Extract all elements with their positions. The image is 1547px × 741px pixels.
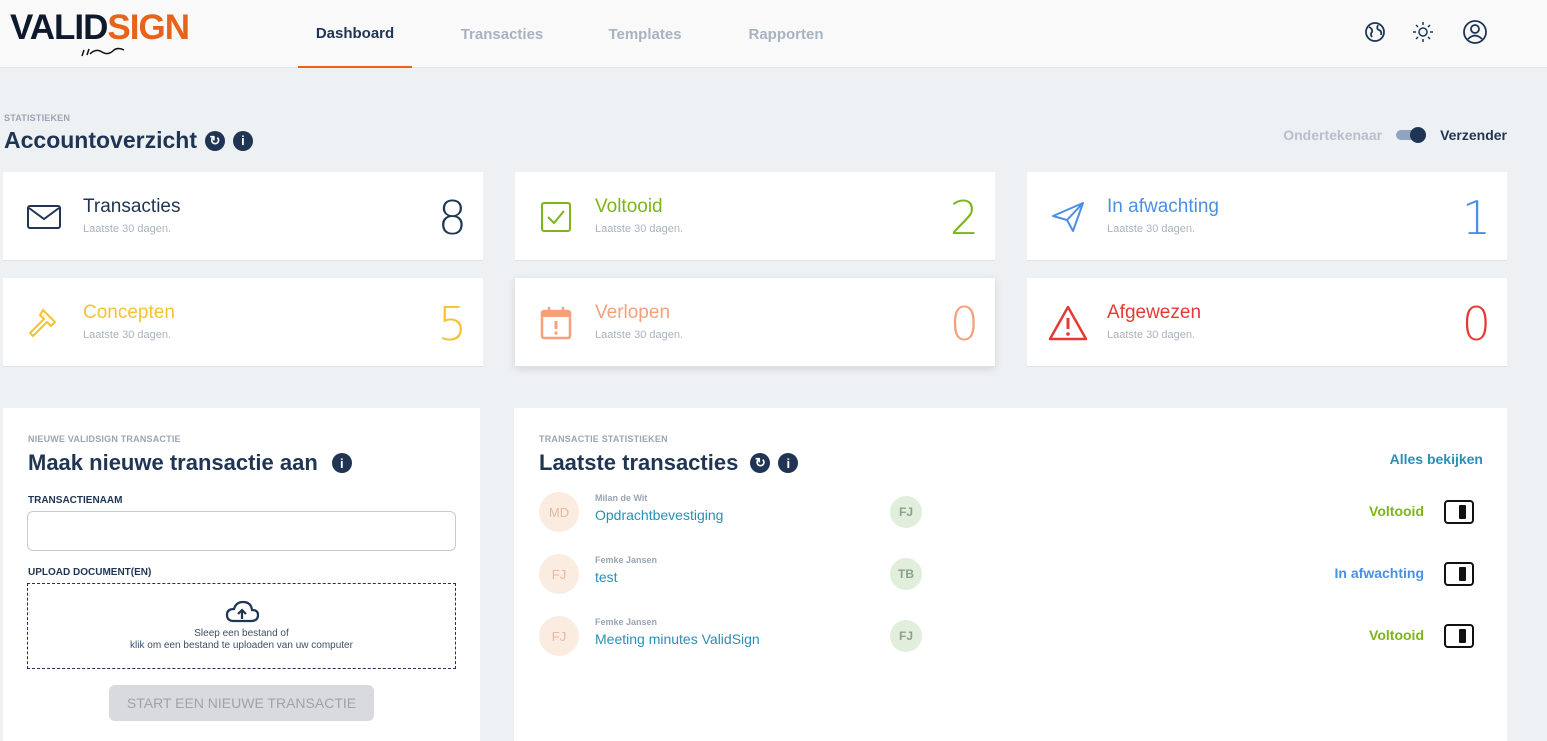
row-sender: Femke Jansen (595, 555, 658, 565)
stat-card-transacties[interactable]: Transacties Laatste 30 dagen. 8 (3, 172, 483, 261)
stat-label: Concepten (83, 302, 175, 323)
signer-avatar: TB (890, 558, 922, 590)
stat-value: 0 (1461, 297, 1491, 351)
row-transaction-name[interactable]: Opdrachtbevestiging (595, 507, 723, 523)
nav-dashboard[interactable]: Dashboard (298, 0, 412, 68)
nav-rapporten[interactable]: Rapporten (698, 0, 874, 68)
start-transaction-button[interactable]: START EEN NIEUWE TRANSACTIE (109, 685, 374, 721)
upload-hint-line1: Sleep een bestand of (194, 628, 289, 639)
calendar-alert-icon (535, 302, 577, 344)
stat-card-concepten[interactable]: Concepten Laatste 30 dagen. 5 (3, 278, 483, 367)
nav-templates[interactable]: Templates (592, 0, 698, 68)
signature-scribble-icon (81, 47, 125, 57)
view-all-link[interactable]: Alles bekijken (1390, 451, 1483, 467)
stat-card-verlopen[interactable]: Verlopen Laatste 30 dagen. 0 (515, 278, 995, 367)
transaction-name-label: TRANSACTIENAAM (28, 495, 123, 506)
table-row[interactable]: MD Milan de Wit Opdrachtbevestiging FJ V… (539, 489, 1487, 539)
user-icon[interactable] (1461, 18, 1489, 46)
row-action-toggle[interactable] (1444, 500, 1474, 524)
stat-sub: Laatste 30 dagen. (595, 223, 684, 235)
sun-icon[interactable] (1409, 18, 1437, 46)
hammer-icon (23, 302, 65, 344)
latest-transactions-panel: TRANSACTIE STATISTIEKEN Laatste transact… (514, 408, 1507, 741)
main-nav: Dashboard Transacties Templates Rapporte… (298, 0, 874, 68)
stat-value: 2 (949, 191, 979, 245)
stat-card-in-afwachting[interactable]: In afwachting Laatste 30 dagen. 1 (1027, 172, 1507, 261)
toggle-label-sender[interactable]: Verzender (1440, 127, 1507, 143)
new-transaction-title: Maak nieuwe transactie aan (28, 450, 318, 475)
signer-avatar: FJ (890, 496, 922, 528)
stat-sub: Laatste 30 dagen. (1107, 223, 1196, 235)
table-row[interactable]: FJ Femke Jansen test TB In afwachting (539, 551, 1487, 601)
row-transaction-name[interactable]: Meeting minutes ValidSign (595, 631, 760, 647)
table-row[interactable]: FJ Femke Jansen Meeting minutes ValidSig… (539, 613, 1487, 663)
checkbox-icon (535, 196, 577, 238)
role-switch[interactable] (1396, 127, 1427, 143)
stat-sub: Laatste 30 dagen. (1107, 329, 1196, 341)
stat-card-afgewezen[interactable]: Afgewezen Laatste 30 dagen. 0 (1027, 278, 1507, 367)
latest-kicker: TRANSACTIE STATISTIEKEN (539, 434, 668, 444)
refresh-icon[interactable]: ↻ (750, 453, 771, 473)
latest-title-row: Laatste transacties ↻ i (539, 450, 799, 476)
info-icon[interactable]: i (778, 453, 799, 473)
stat-value: 1 (1461, 191, 1491, 245)
stat-sub: Laatste 30 dagen. (83, 223, 172, 235)
avatar: MD (539, 492, 579, 532)
stat-sub: Laatste 30 dagen. (595, 329, 684, 341)
new-transaction-kicker: NIEUWE VALIDSIGN TRANSACTIE (28, 434, 181, 444)
avatar: FJ (539, 554, 579, 594)
upload-dropzone[interactable]: Sleep een bestand of klik om een bestand… (27, 583, 456, 669)
new-transaction-panel: NIEUWE VALIDSIGN TRANSACTIE Maak nieuwe … (3, 408, 480, 741)
stat-sub: Laatste 30 dagen. (83, 329, 172, 341)
avatar: FJ (539, 616, 579, 656)
stat-label: Verlopen (595, 302, 671, 323)
stat-label: Afgewezen (1107, 302, 1202, 323)
paper-plane-icon (1047, 196, 1089, 238)
page-title: Accountoverzicht (4, 127, 197, 153)
upload-hint-line2: klik om een bestand te uploaden van uw c… (130, 640, 353, 651)
stat-label: Transacties (83, 196, 181, 217)
stat-value: 5 (437, 297, 467, 351)
stat-label: Voltooid (595, 196, 663, 217)
row-transaction-name[interactable]: test (595, 569, 618, 585)
refresh-icon[interactable]: ↻ (204, 130, 225, 151)
upload-label: UPLOAD DOCUMENT(EN) (28, 567, 152, 578)
new-transaction-title-row: Maak nieuwe transactie aan i (28, 450, 352, 476)
globe-icon[interactable] (1361, 18, 1389, 46)
overview-kicker: STATISTIEKEN (4, 113, 71, 123)
toggle-label-signer[interactable]: Ondertekenaar (1283, 127, 1382, 143)
status-badge: In afwachting (1334, 565, 1424, 581)
cloud-upload-icon (225, 600, 259, 623)
validsign-logo[interactable]: VALIDSIGN (10, 6, 210, 62)
overview-header: STATISTIEKEN Accountoverzicht ↻ i (4, 113, 253, 154)
stat-value: 0 (949, 297, 979, 351)
stat-label: In afwachting (1107, 196, 1219, 217)
row-sender: Milan de Wit (595, 493, 648, 503)
nav-transacties[interactable]: Transacties (412, 0, 592, 68)
stat-value: 8 (437, 191, 467, 245)
info-icon[interactable]: i (232, 130, 253, 151)
envelope-icon (23, 196, 65, 238)
signer-avatar: FJ (890, 620, 922, 652)
warning-icon (1047, 302, 1089, 344)
top-header: VALIDSIGN Dashboard Transacties Template… (0, 0, 1547, 68)
role-toggle: Ondertekenaar Verzender (1283, 127, 1507, 143)
transaction-name-input[interactable] (27, 511, 456, 551)
row-action-toggle[interactable] (1444, 624, 1474, 648)
overview-title-row: Accountoverzicht ↻ i (4, 127, 253, 154)
logo-text: VALIDSIGN (10, 8, 190, 47)
status-badge: Voltooid (1369, 503, 1424, 519)
info-icon[interactable]: i (331, 453, 352, 473)
row-sender: Femke Jansen (595, 617, 658, 627)
latest-title: Laatste transacties (539, 450, 739, 475)
row-action-toggle[interactable] (1444, 562, 1474, 586)
status-badge: Voltooid (1369, 627, 1424, 643)
stat-card-voltooid[interactable]: Voltooid Laatste 30 dagen. 2 (515, 172, 995, 261)
